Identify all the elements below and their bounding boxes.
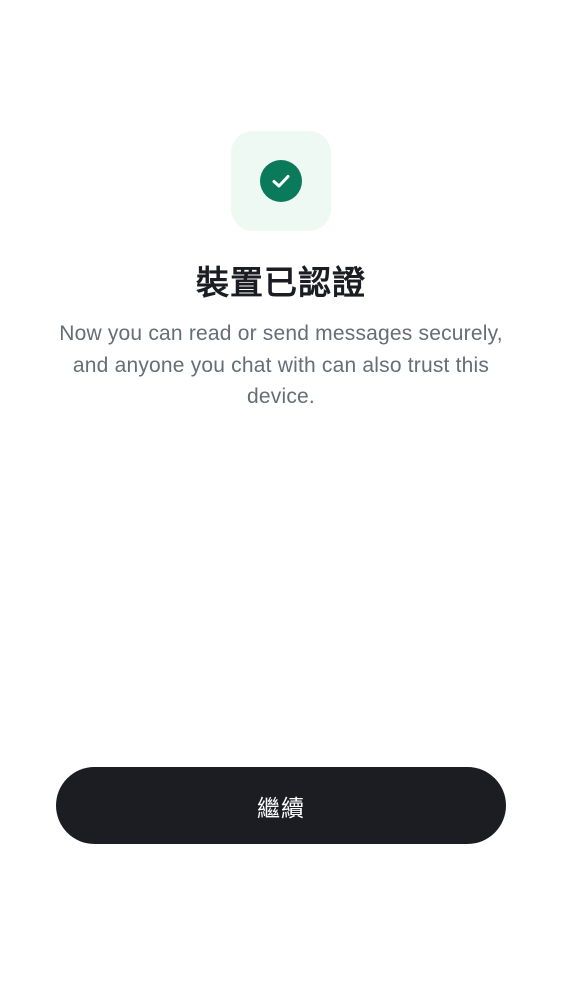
checkmark-icon xyxy=(272,175,290,188)
verification-description: Now you can read or send messages secure… xyxy=(59,322,503,408)
check-circle-icon xyxy=(260,160,302,202)
device-verified-screen: 裝置已認證 Now you can read or send messages … xyxy=(0,0,562,1000)
continue-button[interactable]: 繼續 xyxy=(56,767,506,844)
verified-icon-tile xyxy=(231,131,331,231)
page-title: 裝置已認證 xyxy=(196,263,366,302)
